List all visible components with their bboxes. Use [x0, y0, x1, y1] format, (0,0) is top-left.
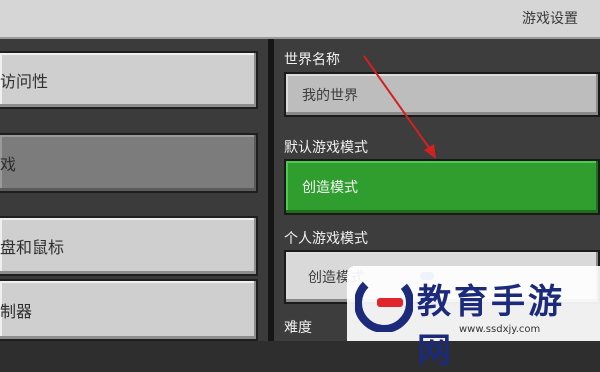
default-mode-dropdown[interactable]: 创造模式	[284, 159, 600, 215]
sidebar-item-label: 戏	[0, 155, 17, 174]
watermark-url: www.ssdxjy.com	[459, 324, 541, 335]
default-mode-value: 创造模式	[302, 180, 358, 196]
default-mode-label: 默认游戏模式	[284, 140, 368, 156]
sidebar-item-label: 访问性	[0, 72, 49, 91]
watermark: 教育手游网 www.ssdxjy.com	[347, 266, 600, 371]
page-title: 游戏设置	[522, 11, 578, 27]
personal-mode-label: 个人游戏模式	[284, 231, 368, 247]
world-name-value: 我的世界	[302, 87, 358, 104]
difficulty-label: 难度	[284, 320, 312, 336]
world-name-input[interactable]: 我的世界	[284, 72, 600, 117]
sidebar-item-controller[interactable]: 制器	[0, 279, 258, 341]
sidebar-item-label: 制器	[0, 302, 33, 321]
settings-sidebar: 访问性 戏 盘和鼠标 制器	[0, 39, 270, 341]
stylized-e-logo-icon	[355, 274, 413, 332]
world-name-label: 世界名称	[284, 52, 340, 68]
sidebar-item-label: 盘和鼠标	[0, 238, 65, 257]
sidebar-item-accessibility[interactable]: 访问性	[0, 51, 258, 109]
watermark-text: 教育手游网	[417, 282, 565, 371]
sidebar-item-game[interactable]: 戏	[0, 133, 258, 193]
sidebar-item-keyboard-mouse[interactable]: 盘和鼠标	[0, 216, 258, 276]
top-bar: 游戏设置	[0, 0, 600, 39]
